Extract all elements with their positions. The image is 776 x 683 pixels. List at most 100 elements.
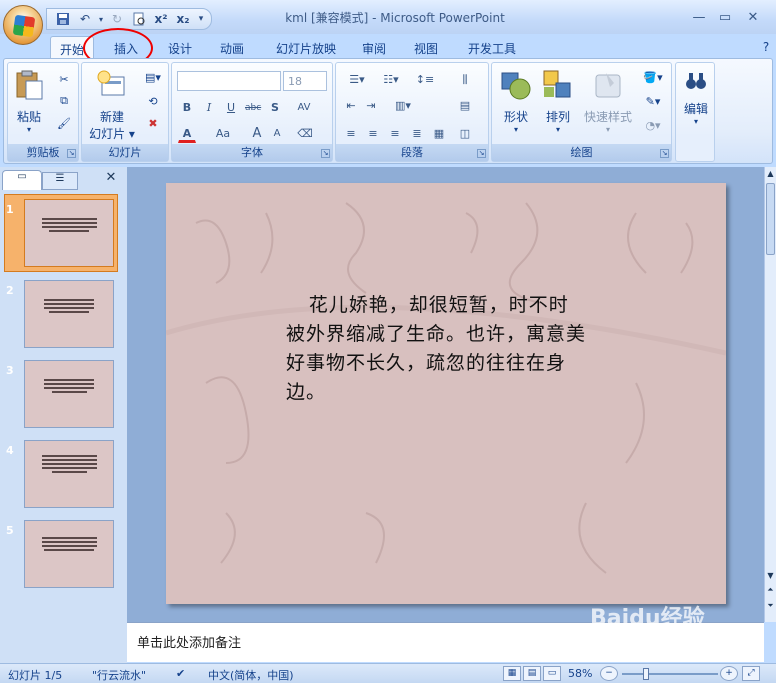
change-case-button[interactable]: Aa bbox=[210, 125, 236, 143]
reset-icon[interactable]: ⟲ bbox=[142, 91, 164, 111]
font-size-field[interactable]: 18 bbox=[283, 71, 327, 91]
font-color-button[interactable]: A bbox=[178, 125, 196, 143]
thumbnail-2[interactable]: 2 bbox=[0, 278, 120, 350]
help-icon[interactable]: ? bbox=[758, 36, 774, 58]
new-slide-button[interactable]: 新建 幻灯片 ▾ bbox=[84, 69, 140, 142]
subscript-icon[interactable]: x₂ bbox=[173, 10, 193, 28]
layout-icon[interactable]: ▤▾ bbox=[142, 67, 164, 87]
slide-sorter-icon[interactable]: ▤ bbox=[523, 666, 541, 681]
thumbnail-3[interactable]: 3 bbox=[0, 358, 120, 430]
slides-tab-icon[interactable]: ▭ bbox=[2, 170, 42, 190]
tab-slideshow[interactable]: 幻灯片放映 bbox=[266, 36, 346, 58]
justify-icon[interactable]: ≣ bbox=[408, 125, 426, 143]
align-left-icon[interactable]: ≡ bbox=[342, 125, 360, 143]
undo-dropdown-icon[interactable]: ▾ bbox=[97, 10, 105, 28]
scroll-up-icon[interactable]: ▲ bbox=[766, 169, 775, 179]
next-slide-icon[interactable]: ⏷ bbox=[766, 601, 775, 613]
tab-review[interactable]: 审阅 bbox=[352, 36, 396, 58]
clipboard-launcher-icon[interactable]: ↘ bbox=[67, 149, 76, 158]
thumbnail-4[interactable]: 4 bbox=[0, 438, 120, 510]
copy-icon[interactable]: ⧉ bbox=[54, 91, 74, 111]
smartart-icon[interactable]: ◫ bbox=[456, 125, 474, 143]
paste-button[interactable]: 粘贴 ▾ bbox=[12, 69, 46, 134]
increase-indent-icon[interactable]: ⇥ bbox=[362, 97, 380, 115]
drawing-launcher-icon[interactable]: ↘ bbox=[660, 149, 669, 158]
shadow-button[interactable]: S bbox=[266, 99, 284, 117]
strikethrough-button[interactable]: abc bbox=[244, 99, 262, 117]
save-icon[interactable] bbox=[53, 10, 73, 28]
align-text-icon[interactable]: ▤ bbox=[456, 97, 474, 115]
bullets-icon[interactable]: ☰▾ bbox=[342, 71, 372, 89]
binoculars-icon bbox=[686, 73, 706, 89]
align-right-icon[interactable]: ≡ bbox=[386, 125, 404, 143]
thumbnail-5[interactable]: 5 bbox=[0, 518, 120, 590]
clipboard-group: 粘贴 ▾ ✂ ⧉ 🖌 剪贴板 ↘ bbox=[7, 62, 79, 162]
previous-slide-icon[interactable]: ⏶ bbox=[766, 585, 775, 597]
bold-button[interactable]: B bbox=[178, 99, 196, 117]
delete-slide-icon[interactable]: ✖ bbox=[142, 113, 164, 133]
scrollbar-thumb[interactable] bbox=[766, 183, 775, 255]
scroll-down-icon[interactable]: ▼ bbox=[766, 571, 775, 581]
thumbnail-1[interactable]: 1 bbox=[0, 197, 120, 269]
tab-view[interactable]: 视图 bbox=[404, 36, 448, 58]
slide-body-text[interactable]: 花儿娇艳，却很短暂，时不时被外界缩减了生命。也许，寓意美好事物不长久，疏忽的往往… bbox=[286, 291, 586, 407]
panel-close-icon[interactable]: ✕ bbox=[102, 170, 120, 188]
numbering-icon[interactable]: ☷▾ bbox=[376, 71, 406, 89]
slide-count: 幻灯片 1/5 bbox=[8, 669, 63, 682]
zoom-in-icon[interactable]: + bbox=[720, 666, 738, 681]
undo-icon[interactable]: ↶ bbox=[75, 10, 95, 28]
fit-to-window-icon[interactable]: ⤢ bbox=[742, 666, 760, 681]
paragraph-launcher-icon[interactable]: ↘ bbox=[477, 149, 486, 158]
tab-design[interactable]: 设计 bbox=[158, 36, 202, 58]
minimize-icon[interactable]: — bbox=[688, 8, 710, 26]
superscript-icon[interactable]: x² bbox=[151, 10, 171, 28]
format-painter-icon[interactable]: 🖌 bbox=[54, 113, 74, 133]
align-center-icon[interactable]: ≡ bbox=[364, 125, 382, 143]
decrease-indent-icon[interactable]: ⇤ bbox=[342, 97, 360, 115]
tab-developer[interactable]: 开发工具 bbox=[460, 36, 524, 58]
char-spacing-button[interactable]: AV bbox=[288, 99, 320, 117]
shrink-font-button[interactable]: A bbox=[268, 125, 286, 143]
print-preview-icon[interactable] bbox=[129, 10, 149, 28]
slideshow-view-icon[interactable]: ▭ bbox=[543, 666, 561, 681]
spell-check-icon[interactable]: ✔ bbox=[176, 667, 185, 680]
zoom-level[interactable]: 58% bbox=[568, 667, 592, 680]
window-title: kml [兼容模式] - Microsoft PowerPoint bbox=[285, 11, 505, 25]
line-spacing-icon[interactable]: ↕≡ bbox=[410, 71, 440, 89]
italic-button[interactable]: I bbox=[200, 99, 218, 117]
text-direction-icon[interactable]: ⫼ bbox=[456, 71, 474, 89]
clear-formatting-icon[interactable]: ⌫ bbox=[296, 125, 314, 143]
font-launcher-icon[interactable]: ↘ bbox=[321, 149, 330, 158]
arrange-label: 排列 bbox=[545, 110, 570, 124]
slide-canvas[interactable]: 花儿娇艳，却很短暂，时不时被外界缩减了生命。也许，寓意美好事物不长久，疏忽的往往… bbox=[166, 183, 726, 604]
normal-view-icon[interactable]: ▦ bbox=[503, 666, 521, 681]
customize-qat-icon[interactable]: ▾ bbox=[195, 10, 207, 28]
editor-vertical-scrollbar[interactable]: ▲ ▼ ⏶ ⏷ bbox=[764, 167, 776, 622]
arrange-button[interactable]: 排列 ▾ bbox=[538, 69, 578, 134]
maximize-icon[interactable]: ▭ bbox=[714, 8, 736, 26]
shapes-button[interactable]: 形状 ▾ bbox=[496, 69, 536, 134]
underline-button[interactable]: U bbox=[222, 99, 240, 117]
outline-tab-icon[interactable]: ☰ bbox=[42, 172, 78, 190]
office-logo-icon bbox=[12, 14, 36, 38]
tab-animations[interactable]: 动画 bbox=[210, 36, 254, 58]
shape-effects-icon[interactable]: ◔▾ bbox=[640, 115, 666, 135]
quick-styles-button[interactable]: 快速样式 ▾ bbox=[580, 69, 636, 134]
status-bar: 幻灯片 1/5 "行云流水" ✔ 中文(简体，中国) ▦ ▤ ▭ 58% − +… bbox=[0, 663, 776, 683]
font-name-field[interactable] bbox=[177, 71, 281, 91]
close-icon[interactable]: ✕ bbox=[742, 8, 764, 26]
zoom-out-icon[interactable]: − bbox=[600, 666, 618, 681]
language[interactable]: 中文(简体，中国) bbox=[208, 667, 294, 683]
zoom-slider-thumb[interactable] bbox=[643, 668, 649, 680]
shape-outline-icon[interactable]: ✎▾ bbox=[640, 91, 666, 111]
redo-icon[interactable]: ↻ bbox=[107, 10, 127, 28]
grow-font-button[interactable]: A bbox=[248, 125, 266, 143]
panel-tabs: ▭ ☰ ✕ bbox=[2, 170, 122, 190]
zoom-slider[interactable] bbox=[622, 673, 718, 675]
cut-icon[interactable]: ✂ bbox=[54, 69, 74, 89]
shape-fill-icon[interactable]: 🪣▾ bbox=[640, 67, 666, 87]
distributed-icon[interactable]: ▦ bbox=[430, 125, 448, 143]
office-button[interactable] bbox=[3, 5, 43, 45]
columns-icon[interactable]: ▥▾ bbox=[388, 97, 418, 115]
editing-button[interactable]: 编辑 ▾ bbox=[678, 69, 714, 126]
